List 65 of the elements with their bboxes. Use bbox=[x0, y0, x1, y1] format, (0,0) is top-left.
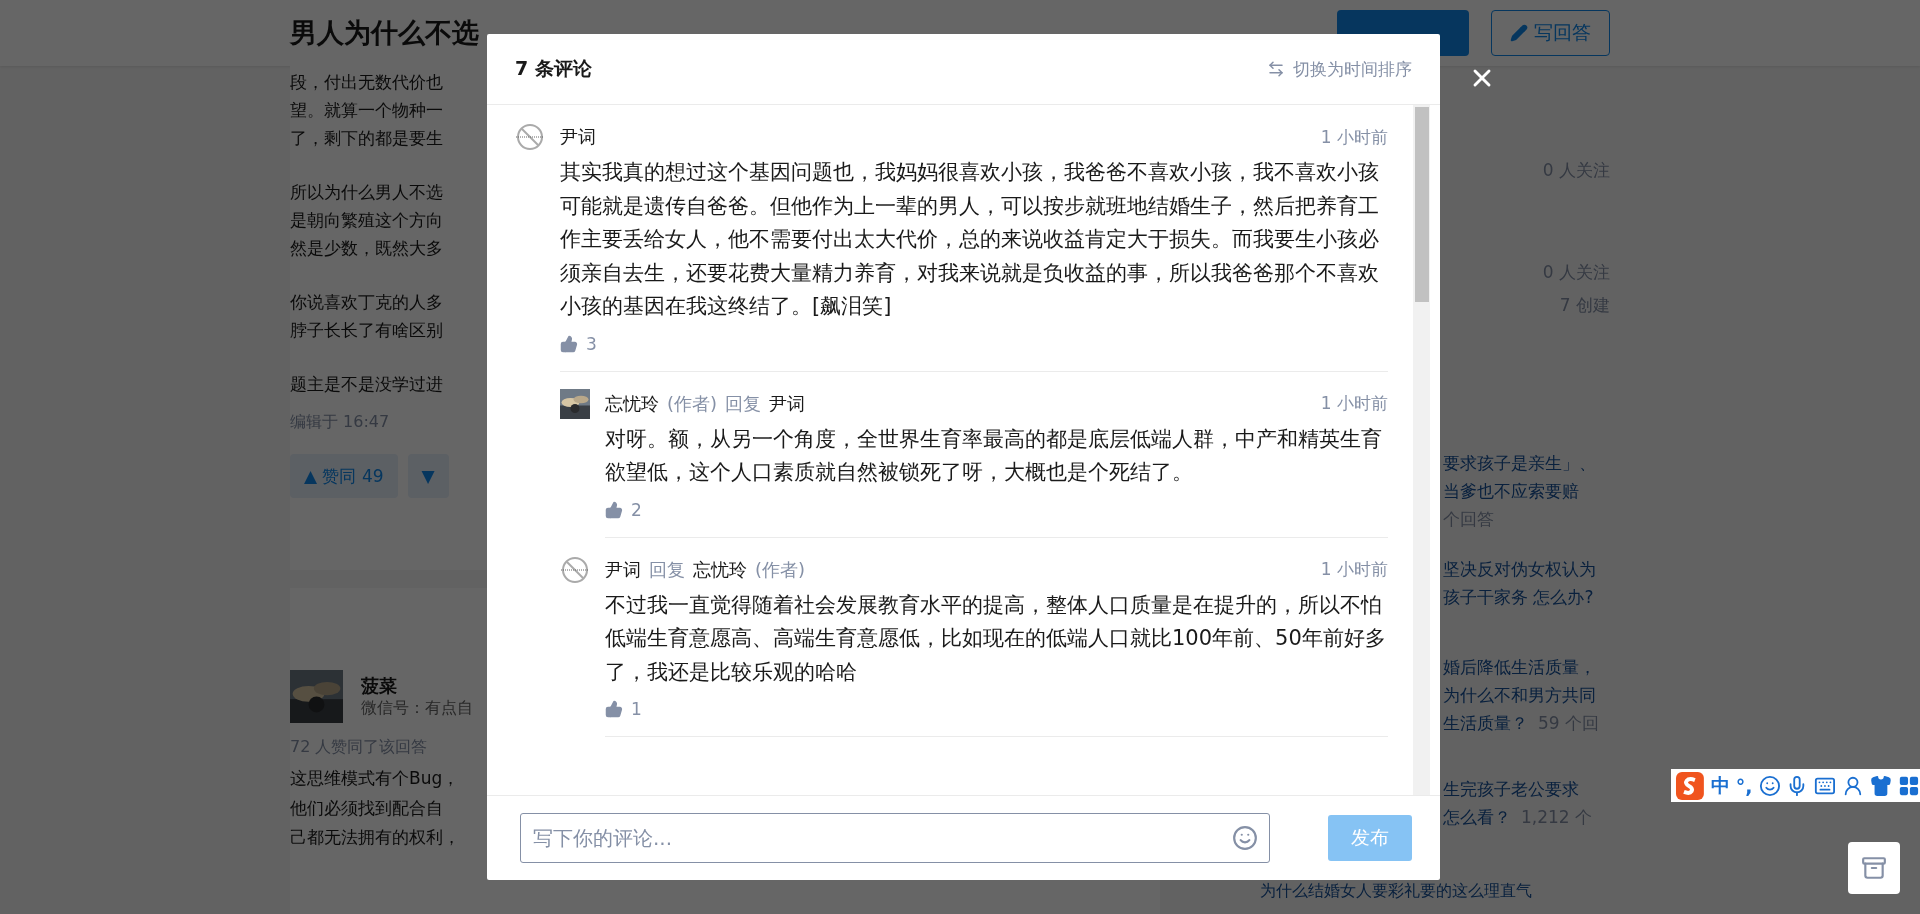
related-question-link[interactable]: 为什么结婚女人要彩礼要的这么理直气 bbox=[1260, 881, 1532, 901]
no-avatar-icon bbox=[560, 554, 590, 585]
comment-input-field[interactable]: 写下你的评论... bbox=[520, 813, 1270, 863]
answer-text: 己都无法拥有的权利， bbox=[290, 826, 460, 849]
answer-author[interactable]: 菠菜 bbox=[361, 674, 473, 698]
related-question-link[interactable]: 坚决反对伪女权认为 bbox=[1443, 555, 1596, 583]
scrollbar[interactable] bbox=[1413, 105, 1430, 795]
question-title: 男人为什么不选 bbox=[290, 16, 479, 50]
related-question-link[interactable]: 生活质量？ bbox=[1443, 709, 1528, 737]
answer-text: 然是少数，既然大多 bbox=[290, 237, 443, 260]
emoji-icon[interactable] bbox=[1232, 825, 1258, 851]
thumbs-up-icon bbox=[605, 500, 623, 519]
reply-label: 回复 bbox=[649, 557, 685, 582]
downvote-button[interactable]: ▼ bbox=[407, 454, 449, 498]
related-question-link[interactable]: 为什么不和男方共同 bbox=[1443, 681, 1596, 709]
related-question-link[interactable]: 婚后降低生活质量， bbox=[1443, 653, 1596, 681]
related-question-link[interactable]: 生完孩子老公要求 bbox=[1443, 775, 1579, 803]
pencil-icon bbox=[1510, 24, 1528, 42]
author-tag: (作者) bbox=[755, 557, 806, 582]
related-question-link[interactable]: 怎么看？ bbox=[1443, 803, 1511, 831]
related-question-link[interactable]: 要求孩子是亲生」、 bbox=[1443, 449, 1596, 477]
answer-text: 所以为什么男人不选 bbox=[290, 181, 443, 204]
related-question-link[interactable]: 当爹也不应索要赔 bbox=[1443, 477, 1579, 505]
answer-text: 这思维模式有个Bug， bbox=[290, 767, 460, 790]
like-button[interactable]: 3 bbox=[560, 333, 597, 354]
answer-text: 题主是不是没学过进 bbox=[290, 373, 443, 396]
answer-text: 了，剩下的都是要生 bbox=[290, 127, 443, 150]
thumbs-up-icon bbox=[560, 334, 578, 353]
comment-text: 对呀。额，从另一个角度，全世界生育率最高的都是底层低端人群，中产和精英生育欲望低，这个人口素质就自然被锁死了呀，大概也是个死结了。 bbox=[605, 425, 1383, 486]
ime-mode-text[interactable]: 中 bbox=[1710, 772, 1730, 799]
comment-author[interactable]: 忘忧玲 bbox=[605, 391, 659, 416]
like-button[interactable]: 2 bbox=[605, 499, 642, 520]
answer-text: 是朝向繁殖这个方向 bbox=[290, 209, 443, 232]
floating-button[interactable] bbox=[1848, 842, 1900, 894]
upvote-button[interactable]: ▲ 赞同 49 bbox=[290, 454, 398, 498]
thumbs-up-icon bbox=[605, 700, 623, 718]
archive-box-icon bbox=[1861, 855, 1887, 881]
comment-author[interactable]: 尹词 bbox=[605, 557, 641, 582]
write-answer-button[interactable]: 写回答 bbox=[1491, 10, 1610, 56]
no-avatar-icon bbox=[515, 122, 545, 152]
smiley-icon[interactable] bbox=[1758, 774, 1781, 797]
related-question-link[interactable]: 孩子干家务 怎么办? bbox=[1443, 583, 1594, 611]
answer-text: 脖子长长了有啥区别 bbox=[290, 319, 443, 342]
grid-icon[interactable] bbox=[1898, 774, 1920, 797]
ime-mode-text[interactable]: °, bbox=[1735, 774, 1753, 797]
swap-arrows-icon bbox=[1267, 60, 1285, 78]
comment-time: 1 小时前 bbox=[1320, 558, 1388, 581]
reply-label: 回复 bbox=[725, 391, 762, 416]
answer-text: 段，付出无数代价也 bbox=[290, 71, 443, 94]
reply-target[interactable]: 忘忧玲 bbox=[693, 557, 747, 582]
comment-time: 1 小时前 bbox=[1320, 125, 1388, 149]
reply-target[interactable]: 尹词 bbox=[769, 391, 806, 416]
sort-toggle-button[interactable]: 切换为时间排序 bbox=[1267, 57, 1412, 81]
answer-text: 他们必须找到配合自 bbox=[290, 796, 443, 820]
answer-text: 望。就算一个物种一 bbox=[290, 99, 443, 122]
answer-text: 你说喜欢丁克的人多 bbox=[290, 291, 443, 314]
comment-text: 其实我真的想过这个基因问题也，我妈妈很喜欢小孩，我爸爸不喜欢小孩，我不喜欢小孩可能就是遗传自爸爸。但他作为上一辈的男人，可以按步就班地结婚生子，然后把养育工作主要丢给女人，他不需要付出太大代价，总的来说收益肯定大于损失。而我要生小孩必须亲自去生，还要花费大量精力养育，对我来说就是负收益的事，所以我爸爸那个不喜欢小孩的基因在我这终结了。[飙泪笑] bbox=[560, 159, 1380, 320]
author-tag: (作者) bbox=[667, 391, 718, 416]
comment-text: 不过我一直觉得随着社会发展教育水平的提高，整体人口质量是在提升的，所以不怕低端生育意愿高、高端生育意愿低，比如现在的低端人口就比100年前、50年前好多了，我还是比较乐观的哈哈 bbox=[605, 591, 1387, 686]
comment-time: 1 小时前 bbox=[1320, 392, 1388, 415]
comment-author[interactable]: 尹词 bbox=[560, 125, 596, 149]
shirt-icon[interactable] bbox=[1870, 774, 1893, 797]
like-button[interactable]: 1 bbox=[605, 699, 642, 719]
author-bio: 微信号：有点自 bbox=[361, 698, 473, 719]
dialog-title: 7 条评论 bbox=[515, 56, 592, 81]
